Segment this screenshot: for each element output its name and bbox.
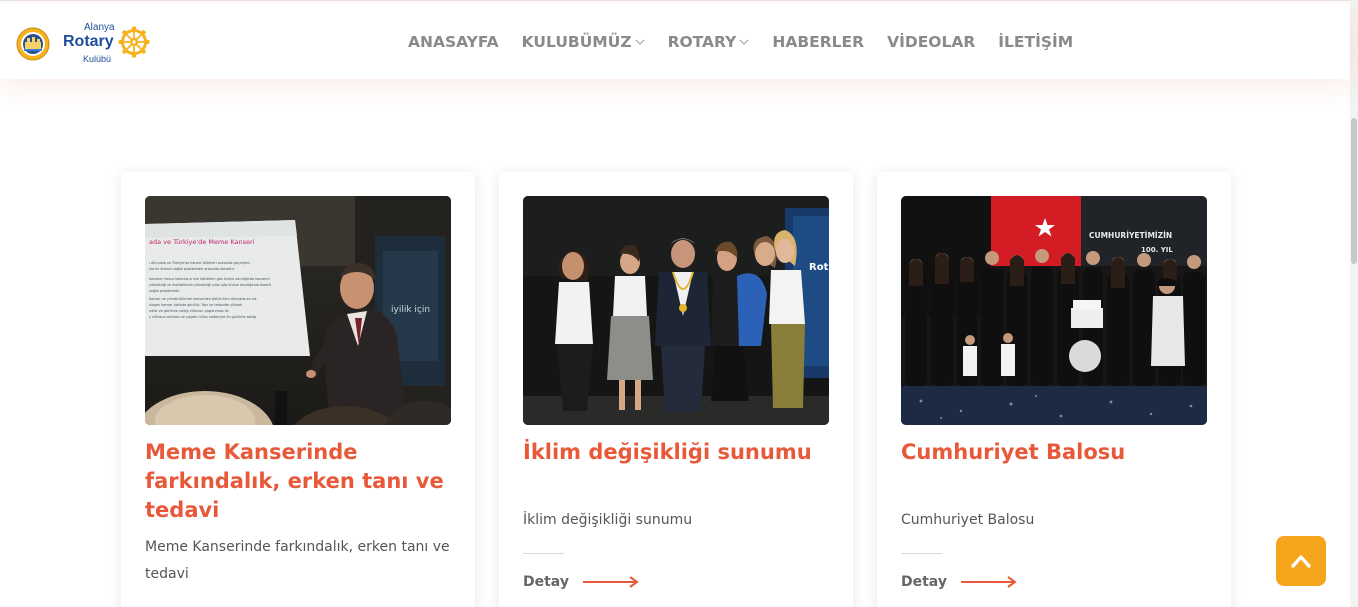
ball-photo: CUMHURİYETİMİZİN 100. YIL (901, 196, 1207, 425)
nav-videolar-label: VİDEOLAR (887, 33, 976, 51)
post-excerpt: İklim değişikliği sunumu (523, 512, 693, 528)
site-logo[interactable]: Alanya Rotary Kulübü (16, 22, 152, 64)
rotary-wheel-icon (118, 26, 150, 58)
scrollbar-thumb[interactable] (1351, 118, 1357, 264)
post-excerpt: Cumhuriyet Balosu (901, 512, 1035, 528)
nav-videolar[interactable]: VİDEOLAR (887, 33, 975, 51)
nav-haberler[interactable]: HABERLER (772, 33, 864, 51)
slide-heading: ada ve Türkiye'de Meme Kanseri (149, 238, 255, 246)
post-title[interactable]: İklim değişikliği sunumu (523, 438, 829, 467)
chevron-down-icon (739, 39, 749, 45)
slide-line: sağlık problemidir. (149, 289, 180, 293)
site-header: Alanya Rotary Kulübü ANASAYFA KULUBÜMÜZ … (0, 4, 1350, 79)
nav-rotary-label: ROTARY (667, 33, 737, 51)
logo-text-bottom: Kulübü (83, 54, 112, 64)
group-photo: Rot (523, 196, 829, 425)
post-image[interactable]: iyilik için ada ve Türkiye'de Meme Kanse… (145, 196, 451, 425)
arrow-right-icon (582, 576, 639, 588)
nav-haberler-label: HABERLER (772, 33, 865, 51)
banner-text: iyilik için (391, 305, 430, 315)
post-excerpt: Meme Kanserinde farkındalık, erken tanı … (145, 539, 450, 582)
banner-text: Rot (809, 262, 829, 273)
nav-kulubumuz-label: KULUBÜMÜZ (521, 33, 632, 51)
alanya-seal-icon (16, 27, 50, 61)
nav-iletisim-label: İLETİŞİM (998, 33, 1074, 51)
slide-line: kla en önemli sağlık problemleri arasınd… (149, 267, 235, 271)
slide-line: Kanser ve yılında ölümler kanserden bütü… (149, 297, 257, 301)
detail-link[interactable]: Detay (523, 574, 639, 590)
post-title[interactable]: Cumhuriyet Balosu (901, 438, 1207, 467)
nav-rotary[interactable]: ROTARY (668, 33, 750, 51)
detail-link[interactable]: Detay (901, 574, 1017, 590)
main-menu: ANASAYFA KULUBÜMÜZ ROTARY HABERLER VİDEO… (408, 31, 1073, 53)
chevron-up-icon (1291, 555, 1311, 568)
detail-link-label: Detay (523, 574, 569, 590)
card-divider (523, 553, 564, 554)
slide-line: ı dünyada ve Türkiye'de kanser ölümleri … (149, 261, 250, 265)
slide-line: ulaşan kanser halinde görülür. Tanı ve t… (149, 303, 242, 307)
screen-subtext: 100. YIL (1141, 246, 1173, 254)
nav-iletisim[interactable]: İLETİŞİM (998, 33, 1073, 51)
nav-anasayfa-label: ANASAYFA (408, 33, 499, 51)
detail-link-label: Detay (901, 574, 947, 590)
slide-line: kansere maruz kalanların risk faktörleri… (149, 277, 270, 281)
post-image[interactable]: CUMHURİYETİMİZİN 100. YIL (901, 196, 1207, 425)
chevron-down-icon (635, 39, 644, 45)
slide-line: sıklık ve görülme sıklığı nüfusun yaşlan… (149, 309, 229, 313)
arrow-right-icon (960, 576, 1017, 588)
post-card: Rot İklim değişikliği sunumu İklim değiş… (499, 172, 853, 607)
page-scrollbar[interactable] (1350, 0, 1358, 607)
post-image[interactable]: Rot (523, 196, 829, 425)
post-title[interactable]: Meme Kanserinde farkındalık, erken tanı … (145, 438, 451, 525)
back-to-top-button[interactable] (1276, 536, 1326, 586)
slide-line: y nüfusun artması ve yaşam nüfus nedeniy… (149, 315, 256, 319)
card-divider (901, 553, 942, 554)
logo-text-top: Alanya (84, 22, 115, 33)
logo-text-main: Rotary (63, 33, 114, 50)
nav-kulubumuz[interactable]: KULUBÜMÜZ (522, 33, 645, 51)
slide-line: yüksekliği ve mortalitenin yüksekliği yı… (149, 283, 271, 287)
post-card: iyilik için ada ve Türkiye'de Meme Kanse… (121, 172, 475, 607)
nav-anasayfa[interactable]: ANASAYFA (408, 33, 499, 51)
presentation-photo: iyilik için ada ve Türkiye'de Meme Kanse… (145, 196, 451, 425)
screen-text: CUMHURİYETİMİZİN (1089, 231, 1172, 240)
post-card: CUMHURİYETİMİZİN 100. YIL Cumhuriyet Bal… (877, 172, 1231, 607)
